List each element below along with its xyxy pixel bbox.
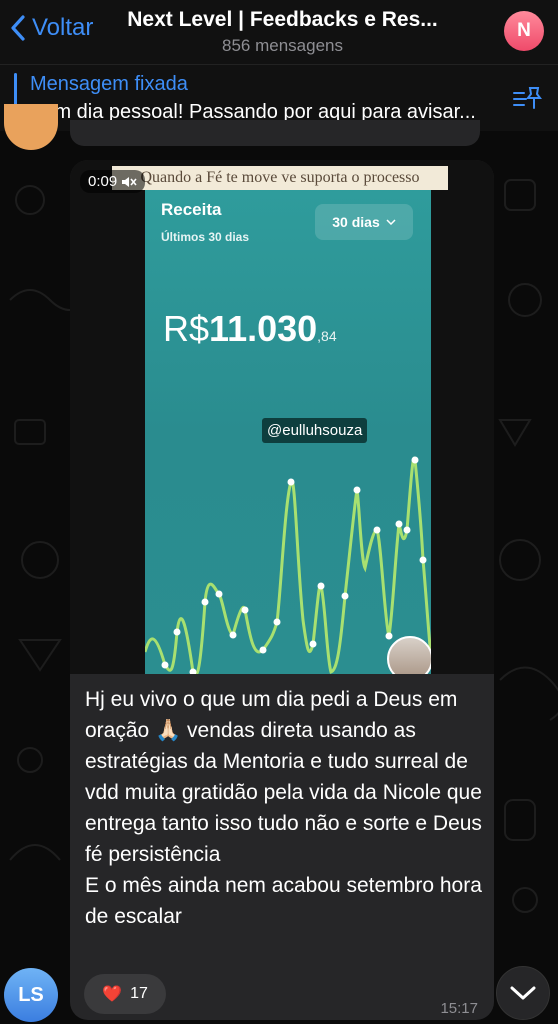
currency-symbol: R$ — [163, 308, 210, 349]
message-bubble[interactable]: Quando a Fé te move ve suporta o process… — [70, 160, 494, 1020]
reaction-count: 17 — [130, 985, 148, 1002]
back-label: Voltar — [32, 14, 94, 41]
heart-icon: ❤️ — [102, 986, 123, 1003]
chevron-down-icon — [510, 986, 536, 1000]
pinned-list-icon[interactable] — [512, 85, 542, 111]
revenue-subtitle: Últimos 30 dias — [161, 230, 250, 244]
pinned-title: Mensagem fixada — [30, 73, 188, 95]
message-text: Hj eu vivo o que um dia pedi a Deus em o… — [85, 688, 482, 928]
message-count: 856 mensagens — [222, 36, 343, 55]
video-caption: Quando a Fé te move ve suporta o process… — [112, 166, 448, 190]
chat-header: Voltar Next Level | Feedbacks e Res... 8… — [0, 0, 558, 64]
amount-cents: ,84 — [317, 328, 337, 344]
period-selector: 30 dias — [315, 204, 413, 240]
video-duration-badge[interactable]: 0:09 — [80, 170, 146, 193]
presenter-thumbnail — [387, 636, 431, 674]
previous-message-bubble[interactable] — [70, 120, 480, 146]
revenue-amount: R$11.030,84 — [163, 308, 337, 350]
reaction-chip[interactable]: ❤️ 17 — [84, 974, 166, 1014]
group-avatar[interactable]: N — [504, 11, 544, 51]
revenue-line-chart — [145, 456, 431, 674]
sender-avatar[interactable]: LS — [4, 968, 58, 1022]
revenue-screen: Receita Últimos 30 dias 30 dias R$11.030… — [145, 190, 431, 674]
muted-speaker-icon — [122, 176, 137, 187]
amount-value: 11.030 — [209, 308, 318, 349]
chat-title[interactable]: Next Level | Feedbacks e Res... — [100, 8, 465, 32]
video-duration: 0:09 — [88, 173, 118, 190]
message-time: 15:17 — [440, 1000, 478, 1017]
back-button[interactable]: Voltar — [10, 14, 93, 42]
chevron-left-icon — [11, 15, 25, 41]
revenue-title: Receita — [161, 200, 222, 219]
chevron-down-icon — [386, 219, 396, 225]
period-label: 30 dias — [332, 214, 380, 230]
video-message[interactable]: Quando a Fé te move ve suporta o process… — [70, 160, 494, 674]
scroll-down-button[interactable] — [496, 966, 550, 1020]
